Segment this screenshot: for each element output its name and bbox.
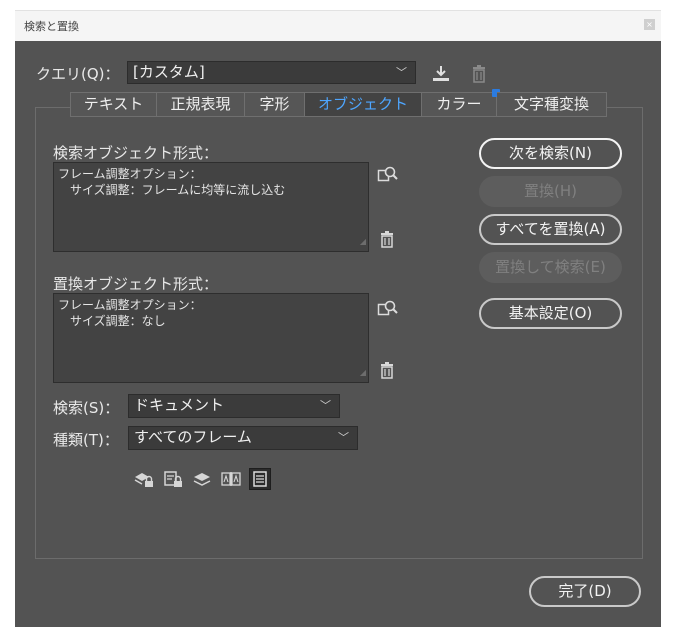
search-label: 検索(S)： xyxy=(53,399,120,417)
tab-label: オブジェクト xyxy=(317,95,408,113)
tab-label: 正規表現 xyxy=(170,95,231,113)
find-format-delete-icon[interactable] xyxy=(380,231,394,249)
chevron-down-icon: ﹀ xyxy=(338,431,349,444)
search-scope-value: ドキュメント xyxy=(134,396,225,414)
find-format-line: フレーム調整オプション： xyxy=(58,167,202,181)
replace-format-box[interactable]: フレーム調整オプション： サイズ調整：なし ◢ xyxy=(53,293,369,383)
replace-format-delete-icon[interactable] xyxy=(380,362,394,380)
resize-handle-icon: ◢ xyxy=(359,368,366,377)
basic-settings-button[interactable]: 基本設定(O) xyxy=(479,298,622,329)
type-select[interactable]: すべてのフレーム ﹀ xyxy=(128,426,358,450)
delete-query-icon[interactable] xyxy=(472,65,486,83)
tab-text[interactable]: テキスト xyxy=(70,92,157,117)
tab-grep[interactable]: 正規表現 xyxy=(157,92,245,117)
find-next-button[interactable]: 次を検索(N) xyxy=(479,138,622,169)
type-value: すべてのフレーム xyxy=(134,428,252,446)
replace-format-label: 置換オブジェクト形式： xyxy=(53,275,219,293)
find-format-edit-icon[interactable] xyxy=(377,165,399,185)
locked-stories-icon[interactable] xyxy=(162,468,184,490)
close-icon[interactable]: × xyxy=(644,19,655,30)
footnotes-icon[interactable] xyxy=(249,468,271,490)
chevron-down-icon: ﹀ xyxy=(320,399,331,412)
find-replace-dialog: クエリ(Q)： [カスタム] ﹀ テキスト 正規表現 字形 オブジェクト カラー… xyxy=(15,41,661,627)
replace-find-button[interactable]: 置換して検索(E) xyxy=(479,252,622,283)
query-select-value: [カスタム] xyxy=(133,63,205,81)
title-bar: 検索と置換 × xyxy=(15,10,661,41)
find-format-line: サイズ調整：フレームに均等に流し込む xyxy=(58,183,286,197)
tab-label: 字形 xyxy=(259,95,290,113)
replace-format-line: フレーム調整オプション： xyxy=(58,298,202,312)
save-query-icon[interactable] xyxy=(431,65,451,83)
find-format-box[interactable]: フレーム調整オプション： サイズ調整：フレームに均等に流し込む ◢ xyxy=(53,162,369,252)
tab-transliterate[interactable]: 文字種変換 xyxy=(497,92,607,117)
locked-layers-icon[interactable] xyxy=(133,468,155,490)
find-format-label: 検索オブジェクト形式： xyxy=(53,144,219,162)
tab-label: カラー xyxy=(436,95,482,113)
tab-object[interactable]: オブジェクト xyxy=(305,92,422,117)
tab-label: 文字種変換 xyxy=(513,95,589,113)
resize-handle-icon: ◢ xyxy=(359,237,366,246)
replace-all-button[interactable]: すべてを置換(A) xyxy=(479,214,622,245)
tab-color[interactable]: カラー xyxy=(422,89,500,117)
search-scope-select[interactable]: ドキュメント ﹀ xyxy=(128,394,340,418)
window-title: 検索と置換 xyxy=(24,20,79,33)
query-select[interactable]: [カスタム] ﹀ xyxy=(127,61,416,84)
tab-bar: テキスト 正規表現 字形 オブジェクト カラー 文字種変換 xyxy=(70,89,607,117)
chevron-down-icon: ﹀ xyxy=(396,66,407,79)
tab-label: テキスト xyxy=(83,95,144,113)
done-button[interactable]: 完了(D) xyxy=(529,576,641,607)
replace-format-edit-icon[interactable] xyxy=(377,299,399,319)
query-label: クエリ(Q)： xyxy=(36,65,120,83)
type-label: 種類(T)： xyxy=(53,431,119,449)
tab-glyph[interactable]: 字形 xyxy=(245,92,305,117)
hidden-layers-icon[interactable] xyxy=(191,468,213,490)
replace-format-line: サイズ調整：なし xyxy=(58,314,166,328)
replace-button[interactable]: 置換(H) xyxy=(479,176,622,207)
master-pages-icon[interactable] xyxy=(220,468,242,490)
